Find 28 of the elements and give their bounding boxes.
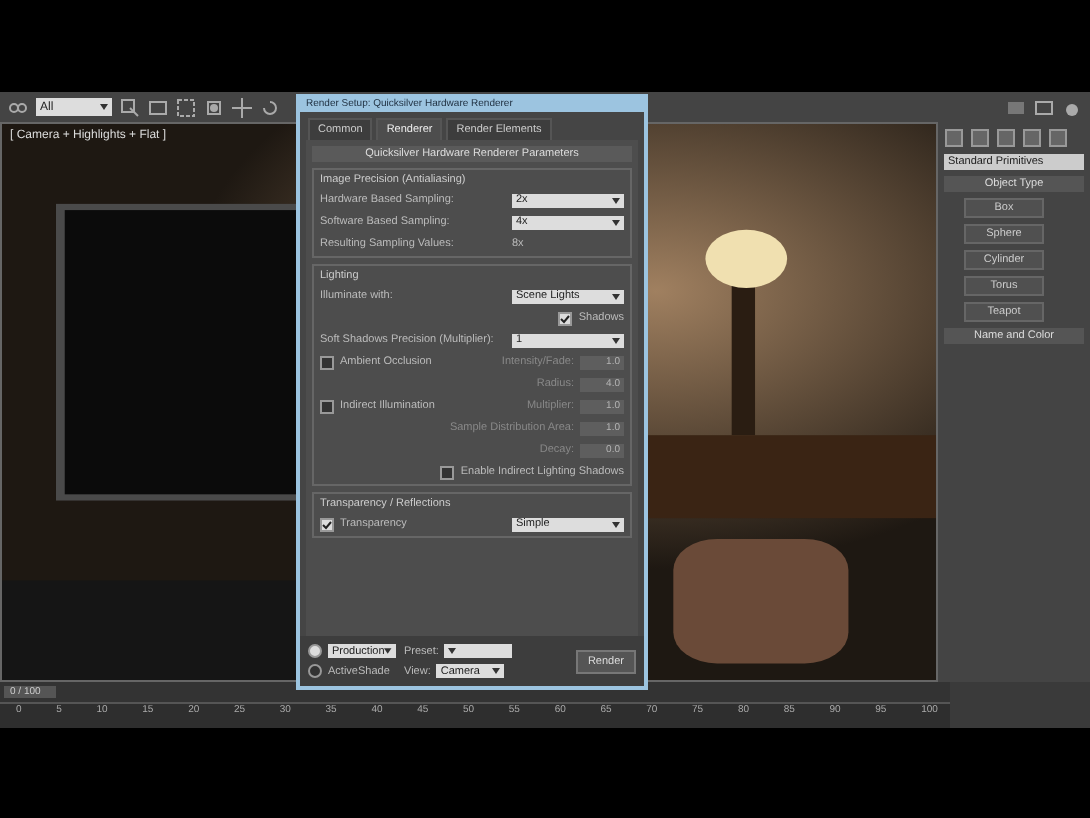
rotate-icon[interactable] (260, 97, 280, 117)
preset-dropdown[interactable] (444, 644, 513, 658)
checkbox[interactable] (320, 517, 334, 531)
radio-button[interactable] (308, 664, 322, 678)
caret-icon (492, 668, 501, 674)
render-frame-icon[interactable] (1034, 97, 1054, 117)
caret-icon (384, 648, 392, 654)
checkbox[interactable] (440, 465, 455, 479)
select-name-icon[interactable] (148, 97, 168, 117)
caret-icon (612, 337, 620, 343)
motion-icon[interactable] (1022, 128, 1042, 148)
modify-icon[interactable] (970, 128, 990, 148)
caret-icon (612, 197, 620, 203)
region-icon[interactable] (176, 97, 196, 117)
caret-icon (100, 104, 108, 110)
lamp-light (705, 229, 788, 288)
select-icon[interactable] (120, 97, 140, 117)
hierarchy-icon[interactable] (996, 128, 1016, 148)
link-icon[interactable] (8, 97, 28, 117)
caret-icon (612, 293, 620, 299)
window-crossing-icon[interactable] (204, 97, 224, 117)
create-icon[interactable] (944, 128, 964, 148)
caret-icon (612, 219, 620, 225)
checkbox[interactable] (558, 311, 573, 325)
move-icon[interactable] (232, 97, 252, 117)
caret-icon (448, 648, 457, 654)
radio-button[interactable] (308, 644, 322, 658)
display-icon[interactable] (1048, 128, 1068, 148)
